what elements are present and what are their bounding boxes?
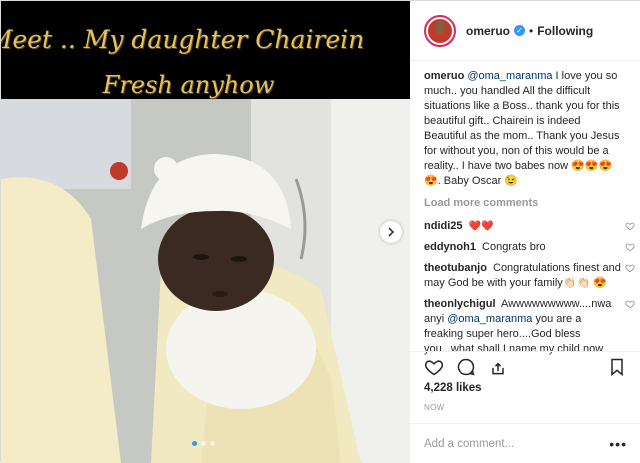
comment-item: eddynoh1 Congrats bro [424,240,635,255]
comment-item: theonlychigul Awwwwwwwww....nwa anyi @om… [424,297,635,359]
following-button[interactable]: Following [537,24,593,38]
overlay-title: Meet .. My daughter Chairein [1,25,365,54]
baby-photo [1,99,410,463]
comment-mention[interactable]: @oma_maranma [447,313,532,325]
caption: omeruo @oma_maranma I love you so much.. … [424,69,635,189]
post-frame: Meet .. My daughter Chairein Fresh anyho… [0,0,640,463]
header-username[interactable]: omeruo [466,24,510,38]
comment-item: theotubanjo Congratulations finest and m… [424,261,635,291]
comment-username[interactable]: ndidi25 [424,220,463,232]
carousel-dots [192,441,215,446]
next-image-button[interactable] [380,221,402,243]
comment-username[interactable]: theotubanjo [424,262,487,274]
like-comment-heart-icon[interactable] [625,242,635,252]
comment-username[interactable]: eddynoh1 [424,241,476,253]
post-image[interactable]: Meet .. My daughter Chairein Fresh anyho… [1,1,410,463]
verified-badge-icon: ✓ [514,25,526,36]
add-comment-input[interactable]: Add a comment... [424,438,514,450]
likes-count[interactable]: 4,228 likes [424,382,482,394]
caption-username[interactable]: omeruo [424,70,464,82]
action-bar [410,351,640,381]
comment-text: Congrats bro [482,241,546,253]
comment-username[interactable]: theonlychigul [424,298,496,310]
like-comment-heart-icon[interactable] [625,221,635,231]
carousel-dot [210,441,215,446]
load-more-comments-button[interactable]: Load more comments [424,196,635,211]
like-comment-heart-icon[interactable] [625,263,635,273]
bookmark-icon[interactable] [607,357,627,377]
share-icon[interactable] [488,357,508,377]
comment-text: ❤️❤️ [468,221,494,232]
comment-icon[interactable] [456,357,476,377]
post-header: omeruo ✓ • Following [410,1,640,61]
caption-text: I love you so much.. you handled All the… [424,70,620,187]
avatar[interactable] [424,14,456,47]
baby-illustration [1,99,410,463]
carousel-dot [201,441,206,446]
overlay-subtitle: Fresh anyhow [102,71,275,99]
header-separator: • [529,23,534,38]
caption-mention[interactable]: @oma_maranma [467,70,552,82]
post-timestamp: NOW [424,403,445,412]
more-options-icon[interactable]: ••• [609,436,627,452]
carousel-dot [192,441,197,446]
post-side-panel: omeruo ✓ • Following omeruo @oma_maranma … [410,1,640,463]
add-comment-bar: Add a comment... ••• [410,423,640,463]
chevron-right-icon [388,227,395,237]
like-comment-heart-icon[interactable] [625,299,635,309]
comment-item: ndidi25 ❤️❤️ [424,219,635,234]
comments-list: omeruo @oma_maranma I love you so much.. … [424,69,635,359]
heart-icon[interactable] [424,357,444,377]
